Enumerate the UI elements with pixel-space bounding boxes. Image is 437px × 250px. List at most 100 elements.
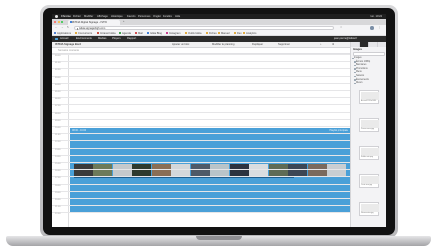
forward-icon[interactable]: →: [61, 26, 64, 29]
folder-icon: [218, 32, 220, 35]
media-card[interactable]: Carte vins.jpg: [359, 174, 379, 188]
sidebar-heading: Images: [353, 47, 362, 51]
bookmark-item[interactable]: Outils Istkia: [188, 32, 201, 35]
media-card-caption: Accueil 1920x1080: [361, 100, 377, 103]
topnav-item-accueil[interactable]: Accueil: [60, 37, 68, 40]
media-thumbnail[interactable]: [93, 164, 113, 176]
user-email[interactable]: jean.pierre@istkia.fr: [334, 37, 357, 40]
media-thumbnail[interactable]: [74, 164, 93, 176]
search-icon[interactable]: ⌕: [320, 43, 321, 46]
sidebar-folder-label: Divers: [356, 82, 363, 85]
menubar-item[interactable]: Personnes: [138, 15, 150, 18]
hour-label: 16:00: [55, 170, 61, 173]
minimize-window-icon[interactable]: [57, 20, 60, 24]
profile-avatar[interactable]: [370, 26, 374, 30]
media-thumbnail[interactable]: [190, 164, 210, 176]
block-label: Playlist principale: [329, 129, 348, 132]
menubar-item[interactable]: Fenêtre: [163, 15, 172, 18]
topnav-item-rapport[interactable]: Rapport: [127, 37, 136, 40]
media-thumbnail[interactable]: [132, 164, 152, 176]
bookmark-item[interactable]: Instagram: [169, 32, 181, 35]
bookmark-item[interactable]: Fiches: [209, 32, 217, 35]
schedule-timeline[interactable]: 08:00 - 16:00 Playlist principale 00:00 0…: [52, 54, 350, 227]
media-thumbnail[interactable]: [210, 164, 230, 176]
folder-icon: [354, 68, 356, 70]
media-card[interactable]: Promo menu.jpg: [359, 118, 379, 132]
folder-icon: [354, 79, 356, 81]
mail-icon: [135, 32, 137, 35]
menubar-item[interactable]: Aide: [175, 15, 180, 18]
media-thumbnail[interactable]: [151, 164, 171, 176]
bookmark-item[interactable]: Agenda: [122, 32, 131, 35]
topnav-item-players[interactable]: Players: [112, 37, 121, 40]
hour-label: 17:00: [55, 177, 61, 180]
bookmark-item[interactable]: Istkia Blog: [150, 32, 162, 35]
media-thumbnail[interactable]: [307, 164, 327, 176]
media-thumbnail[interactable]: [229, 164, 249, 176]
media-card[interactable]: Soldes ete.png: [359, 146, 379, 160]
sidebar-folder-label: Images: [354, 57, 362, 59]
app-logo: [55, 37, 58, 41]
folder-icon: [234, 32, 236, 35]
menubar-item[interactable]: Fichier: [73, 15, 81, 18]
menubar-item[interactable]: Favoris: [127, 15, 136, 18]
menubar-app-name[interactable]: Chrome: [61, 15, 71, 18]
bookmark-item[interactable]: Intranet Istkia: [100, 32, 116, 35]
back-icon[interactable]: ←: [55, 26, 58, 29]
sidebar-folder-label: Promotions: [356, 67, 368, 70]
sidebar-tabs: [351, 42, 386, 47]
bookmark-item[interactable]: Applications: [57, 32, 71, 35]
edit-schedule-button[interactable]: Modifier le planning: [212, 43, 235, 46]
laptop-notch: [196, 236, 242, 240]
media-preview: [361, 204, 379, 212]
bookmark-star-icon[interactable]: ☆: [340, 26, 342, 29]
topnav-item-environments[interactable]: Environments: [76, 37, 92, 40]
hour-label: 04:00: [55, 83, 61, 86]
bookmark-item[interactable]: Mail: [138, 32, 143, 35]
menubar-clock: lun. 10:24: [370, 14, 382, 18]
settings-icon[interactable]: ⚙: [332, 43, 334, 46]
bookmark-item[interactable]: Dev: [237, 32, 242, 35]
hour-label: 11:00: [55, 134, 61, 137]
menubar-item[interactable]: Onglet: [153, 15, 161, 18]
browser-menu-icon[interactable]: ⋮: [378, 26, 381, 29]
bookmark-item[interactable]: Manuel: [221, 32, 230, 35]
add-block-button[interactable]: Ajouter un bloc: [172, 43, 189, 46]
delete-button[interactable]: Supprimer: [278, 43, 290, 46]
reload-icon[interactable]: ↻: [67, 26, 69, 29]
media-card-caption: Nouveautes.jpg: [361, 212, 374, 215]
media-card[interactable]: Accueil 1920x1080: [359, 90, 379, 104]
media-card[interactable]: Nouveautes.jpg: [359, 202, 379, 216]
menubar-item[interactable]: Modifier: [84, 15, 93, 18]
sidebar-tab[interactable]: [360, 42, 369, 47]
menubar-item[interactable]: Historique: [111, 15, 123, 18]
sidebar-tab[interactable]: [369, 42, 378, 47]
topnav-item-medias[interactable]: Médias: [98, 37, 106, 40]
maximize-window-icon[interactable]: [61, 20, 64, 24]
sidebar-folder-item[interactable]: Divers: [354, 82, 363, 85]
sidebar-search-input[interactable]: [353, 52, 385, 56]
duplicate-button[interactable]: Dupliquer: [252, 43, 263, 46]
apps-icon: [54, 32, 56, 35]
folder-icon: [352, 57, 354, 59]
media-thumbnail[interactable]: [288, 164, 308, 176]
close-tab-icon[interactable]: ×: [72, 21, 119, 24]
media-thumbnail[interactable]: [327, 164, 346, 176]
media-thumbnail[interactable]: [249, 164, 269, 176]
media-thumbnail[interactable]: [268, 164, 288, 176]
bookmark-item[interactable]: Concurrents: [78, 32, 92, 35]
week-label: Semaine courante: [58, 49, 80, 53]
new-tab-button[interactable]: +: [123, 20, 125, 23]
bookmark-item[interactable]: Analytics: [246, 32, 256, 35]
media-thumbnail[interactable]: [171, 164, 191, 176]
menubar-item[interactable]: Affichage: [97, 15, 108, 18]
close-window-icon[interactable]: [54, 20, 57, 24]
sidebar-tab[interactable]: [351, 42, 360, 47]
sidebar-folder-label: Écrans 1080p: [356, 60, 371, 63]
hour-label: 19:00: [55, 191, 61, 194]
apple-icon[interactable]: [55, 14, 58, 19]
url-input[interactable]: istkia.signagehigh.com: [74, 25, 334, 31]
media-preview: [361, 120, 379, 128]
media-thumbnail[interactable]: [112, 164, 132, 176]
sidebar-tab[interactable]: [378, 42, 386, 47]
